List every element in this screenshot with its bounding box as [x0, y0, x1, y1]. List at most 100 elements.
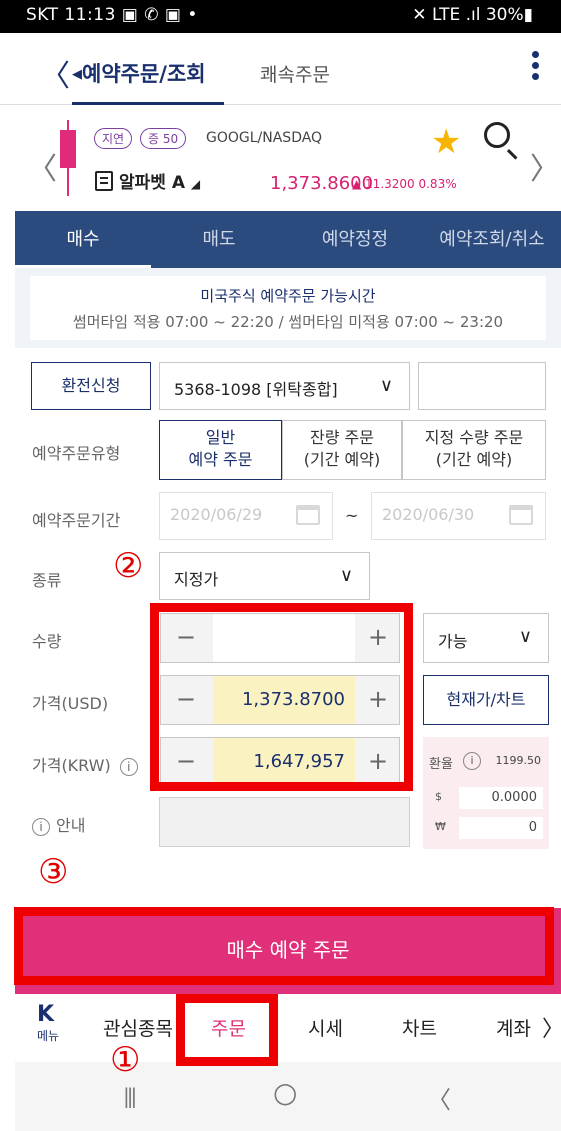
more-options-icon[interactable]: [532, 51, 540, 84]
period-end-field[interactable]: 2020/06/30: [371, 492, 546, 540]
calendar-icon: [296, 505, 320, 525]
annotation-box-order-tab: [176, 994, 278, 1066]
annotation-number-3: ③: [38, 852, 69, 892]
order-type-normal-l2: 예약 주문: [188, 450, 253, 469]
status-right: ✕ LTE .ıl 30%▮: [412, 5, 533, 25]
order-type-normal[interactable]: 일반 예약 주문: [159, 420, 282, 480]
back-icon[interactable]: 〈: [427, 1080, 451, 1115]
info-icon[interactable]: i: [463, 752, 481, 770]
nav-watchlist[interactable]: 관심종목: [103, 1014, 173, 1041]
calendar-icon: [509, 505, 533, 525]
info-box: [159, 797, 410, 847]
order-type-fixed-qty-l2: (기간 예약): [435, 450, 513, 469]
password-field[interactable]: [418, 362, 546, 410]
dropdown-triangle-icon: ◢: [190, 177, 201, 191]
price-usd-label: 가격(USD): [32, 694, 109, 713]
price-krw-label-text: 가격(KRW): [32, 756, 111, 775]
annotation-number-1: ①: [110, 1040, 141, 1080]
favorite-star-icon[interactable]: ★: [431, 122, 461, 162]
fx-rate-row: 환율 i 1199.50: [429, 751, 543, 773]
delay-badge: 지연: [94, 128, 133, 149]
order-tabs: 매수 매도 예약정정 예약조회/취소: [15, 211, 561, 268]
price-change: ▲ 11.3200 0.83%: [352, 177, 457, 191]
nav-account[interactable]: 계좌: [496, 1014, 531, 1041]
account-select[interactable]: 5368-1098 [위탁종합] ∨: [159, 362, 410, 410]
info-label: 안내: [56, 816, 86, 835]
stock-info: 〈 지연 증 50 GOOGL/NASDAQ 알파벳 A ◢ 1,373.860…: [0, 106, 561, 210]
search-icon[interactable]: [484, 122, 510, 148]
status-left: SKT 11:13 ▣ ✆ ▣ •: [26, 5, 198, 25]
notice-box: 미국주식 예약주문 가능시간 썸머타임 적용 07:00 ~ 22:20 / 썸…: [30, 276, 546, 340]
status-bar: SKT 11:13 ▣ ✆ ▣ • ✕ LTE .ıl 30%▮: [0, 0, 561, 33]
quantity-label: 수량: [32, 632, 62, 651]
exchange-rate-panel: 환율 i 1199.50 $ 0.0000 ₩ 0: [423, 737, 549, 849]
quantity-mode-select[interactable]: 가능 ∨: [423, 613, 549, 663]
period-end-value: 2020/06/30: [382, 505, 475, 524]
order-type-normal-l1: 일반: [205, 428, 236, 447]
fx-krw-value: 0: [459, 817, 543, 839]
stock-name[interactable]: 알파벳 A ◢: [95, 168, 200, 193]
tab-reserve-inquiry[interactable]: 예약조회/취소: [423, 211, 561, 268]
tab-buy[interactable]: 매수: [15, 211, 151, 268]
tab-reserve-order-label: 예약주문/조회: [82, 62, 206, 86]
order-type-label: 예약주문유형: [32, 444, 121, 463]
quantity-mode-value: 가능: [438, 632, 468, 651]
period-label: 예약주문기간: [32, 511, 121, 530]
exchange-request-button[interactable]: 환전신청: [31, 362, 151, 410]
margin-badge: 증 50: [140, 128, 187, 149]
chevron-down-icon: ∨: [379, 375, 393, 396]
period-separator: ~: [345, 506, 359, 525]
prev-stock-chevron-icon[interactable]: 〈: [27, 144, 57, 188]
nav-chart[interactable]: 차트: [402, 1014, 437, 1041]
order-type-remaining-l1: 잔량 주문: [310, 428, 374, 447]
annotation-box-buy-button: [14, 907, 554, 985]
kind-value: 지정가: [174, 570, 219, 589]
next-stock-chevron-icon[interactable]: 〉: [530, 144, 560, 188]
tab-sell[interactable]: 매도: [151, 211, 287, 268]
fx-usd-value: 0.0000: [459, 787, 543, 809]
notice-hours: 썸머타임 적용 07:00 ~ 22:20 / 썸머타임 미적용 07:00 ~…: [72, 313, 504, 331]
period-start-value: 2020/06/29: [170, 505, 263, 524]
fx-krw-row: ₩ 0: [429, 817, 543, 839]
nav-quotes[interactable]: 시세: [308, 1014, 343, 1041]
fx-rate-label: 환율: [429, 757, 453, 772]
chevron-down-icon: ∨: [518, 626, 532, 647]
system-nav-bar: ||| ○ 〈: [15, 1062, 561, 1131]
candlestick-icon: [58, 120, 78, 196]
order-type-fixed-qty[interactable]: 지정 수량 주문 (기간 예약): [402, 420, 546, 480]
stock-name-label: 알파벳 A: [119, 173, 185, 193]
fx-usd-symbol: $: [435, 790, 442, 803]
order-type-fixed-qty-l1: 지정 수량 주문: [424, 428, 524, 447]
current-price-chart-button[interactable]: 현재가/차트: [423, 675, 549, 725]
bottom-nav: K 메뉴 관심종목 주문 시세 차트 계좌 〉: [15, 996, 561, 1062]
period-start-field[interactable]: 2020/06/29: [159, 492, 333, 540]
annotation-box-price-inputs: [150, 603, 413, 791]
back-button[interactable]: 〈: [40, 51, 70, 95]
annotation-number-2: ②: [113, 546, 144, 586]
kind-select[interactable]: 지정가 ∨: [159, 552, 370, 600]
kind-label: 종류: [32, 571, 62, 590]
app-header: 〈 ◀예약주문/조회 쾌속주문: [0, 33, 561, 105]
nav-more-chevron-icon[interactable]: 〉: [542, 1011, 561, 1043]
k-logo-icon: K: [37, 1002, 55, 1027]
order-type-remaining[interactable]: 잔량 주문 (기간 예약): [282, 420, 402, 480]
notice-area: 미국주식 예약주문 가능시간 썸머타임 적용 07:00 ~ 22:20 / 썸…: [15, 268, 561, 348]
tab-reserve-order[interactable]: ◀예약주문/조회: [72, 58, 206, 88]
notice-title: 미국주식 예약주문 가능시간: [200, 287, 376, 305]
double-arrow-icon: ◀: [72, 67, 82, 82]
chevron-down-icon: ∨: [339, 565, 353, 586]
info-icon[interactable]: i: [119, 758, 138, 776]
fx-rate-value: 1199.50: [495, 754, 542, 767]
home-icon[interactable]: ○: [273, 1076, 297, 1109]
tab-quick-order[interactable]: 쾌속주문: [260, 60, 330, 87]
active-tab-underline: [72, 102, 224, 105]
tab-reserve-modify[interactable]: 예약정정: [287, 211, 423, 268]
recent-apps-icon[interactable]: |||: [123, 1084, 137, 1108]
ticker-symbol: GOOGL/NASDAQ: [206, 130, 323, 146]
fx-krw-symbol: ₩: [435, 820, 446, 833]
info-label-row: i 안내: [32, 812, 85, 836]
price-krw-label: 가격(KRW) i: [32, 752, 138, 776]
menu-button[interactable]: K 메뉴: [37, 1002, 59, 1044]
document-icon: [95, 171, 113, 191]
fx-usd-row: $ 0.0000: [429, 787, 543, 809]
